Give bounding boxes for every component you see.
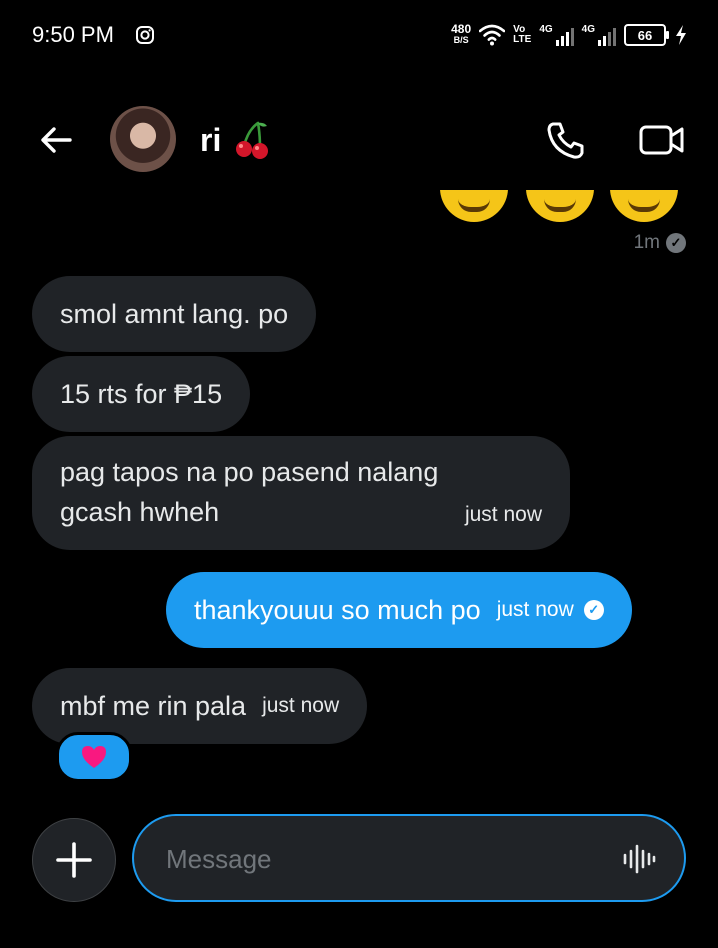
heart-icon [82,746,106,768]
network-speed: 480 B/S [451,22,472,45]
incoming-message[interactable]: smol amnt lang. po [32,276,317,352]
phone-icon[interactable] [544,118,588,162]
status-time: 9:50 PM [32,22,114,47]
message-time: just now [262,694,340,717]
video-camera-icon[interactable] [638,120,686,160]
emoji-message-partial [440,190,680,224]
plus-icon [56,842,92,878]
signal-icon: 4G [539,24,574,46]
conversation-header: ri [0,100,718,180]
message-timestamp: 1m ✓ [634,232,686,254]
heart-reaction[interactable] [56,732,132,782]
incoming-message[interactable]: 15 rts for ₱15 [32,356,251,432]
outgoing-message[interactable]: thankyouuu so much po just now ✓ [166,572,632,648]
instagram-icon [136,26,154,44]
charging-icon [676,25,686,45]
contact-name[interactable]: ri [200,122,221,159]
voice-wave-icon[interactable] [622,842,656,876]
battery-icon: 66 [624,24,669,46]
volte-indicator: Vo LTE [513,24,532,45]
avatar[interactable] [110,106,176,172]
smile-emoji-icon [610,190,678,222]
cherry-icon [236,121,268,159]
message-field[interactable] [132,814,686,902]
message-time: just now [496,598,574,621]
back-arrow-icon[interactable] [36,120,76,160]
smile-emoji-icon [526,190,594,222]
status-icons: 480 B/S Vo LTE 4G 4G 66 [451,18,688,52]
read-check-icon: ✓ [666,233,686,253]
read-check-icon: ✓ [583,600,604,620]
status-bar: 9:50 PM 480 B/S Vo LTE 4G 4G 66 [0,0,718,70]
message-time: just now [464,503,542,526]
signal-icon: 4G [582,24,616,46]
add-media-button[interactable] [32,818,116,902]
wifi-icon [479,24,506,46]
incoming-message[interactable]: pag tapos na po pasend nalang gcash hwhe… [32,436,570,550]
message-input[interactable] [164,816,608,902]
smile-emoji-icon [440,190,508,222]
